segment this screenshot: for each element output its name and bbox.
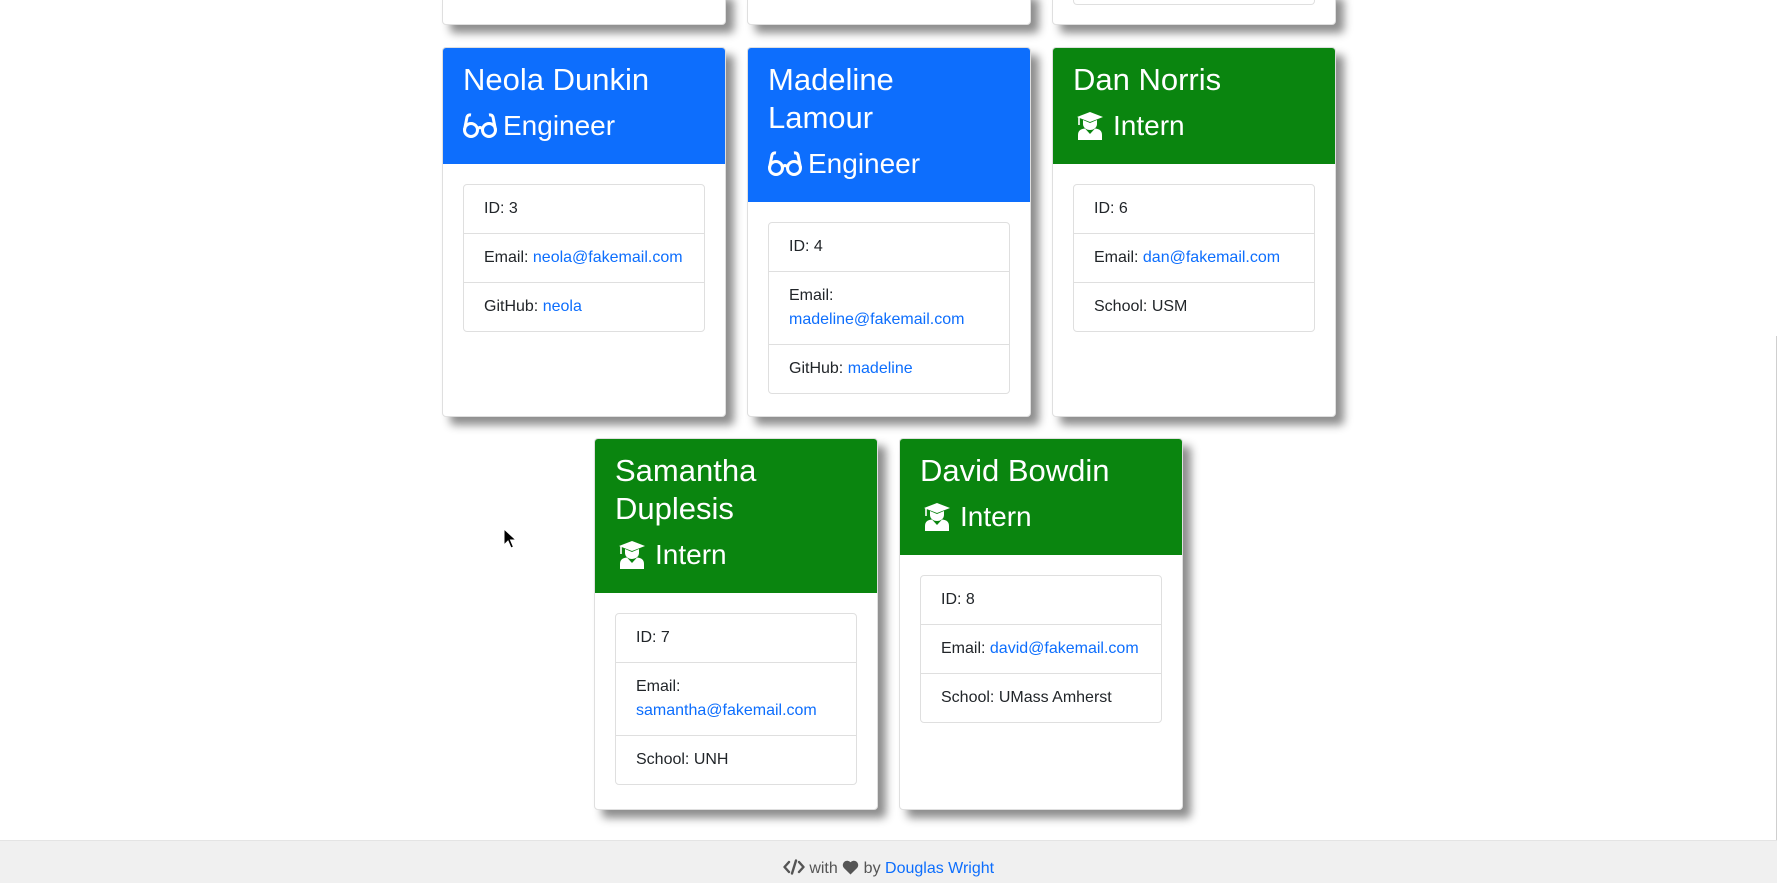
partial-card-top-right xyxy=(1052,0,1336,25)
school-item: School: UNH xyxy=(616,736,856,784)
card-header: Madeline Lamour Engineer xyxy=(748,48,1030,202)
employee-role: Intern xyxy=(1073,108,1315,144)
heart-icon xyxy=(842,860,859,880)
school-value: UNH xyxy=(693,751,729,768)
card-body: ID: 3 Email: neola@fakemail.com GitHub: … xyxy=(443,164,725,352)
employee-role-label: Intern xyxy=(1113,110,1185,141)
graduate-icon xyxy=(920,502,954,532)
partial-card-top-left xyxy=(442,0,726,25)
partial-card-top-middle xyxy=(747,0,1031,25)
employee-role: Engineer xyxy=(768,146,1010,182)
employee-card: Neola Dunkin Engineer ID: 3 Email: neola… xyxy=(442,47,726,417)
email-item: Email: dan@fakemail.com xyxy=(1074,234,1314,283)
employee-name: Neola Dunkin xyxy=(463,62,650,97)
email-item: Email: neola@fakemail.com xyxy=(464,234,704,283)
employee-name: Dan Norris xyxy=(1073,62,1222,97)
id-item: ID: 8 xyxy=(921,576,1161,625)
card-body: ID: 8 Email: david@fakemail.com School: … xyxy=(900,555,1182,743)
email-label: Email: xyxy=(1094,249,1143,266)
partial-list-bottom xyxy=(1073,0,1315,5)
employee-role: Engineer xyxy=(463,108,705,144)
employee-name: Samantha Duplesis xyxy=(615,453,757,526)
card-body: ID: 7 Email: samantha@fakemail.com Schoo… xyxy=(595,593,877,805)
footer-by-text: by xyxy=(859,860,886,877)
school-value: UMass Amherst xyxy=(998,689,1112,706)
id-item: ID: 6 xyxy=(1074,185,1314,234)
email-link[interactable]: dan@fakemail.com xyxy=(1143,249,1280,266)
info-list: ID: 7 Email: samantha@fakemail.com Schoo… xyxy=(615,613,857,785)
email-item: Email: samantha@fakemail.com xyxy=(616,663,856,736)
info-list: ID: 3 Email: neola@fakemail.com GitHub: … xyxy=(463,184,705,332)
school-label: School: xyxy=(636,751,694,768)
school-value: USM xyxy=(1151,298,1188,315)
email-item: Email: david@fakemail.com xyxy=(921,625,1161,674)
employee-role-label: Engineer xyxy=(808,148,921,179)
github-label: GitHub: xyxy=(484,298,543,315)
glasses-icon xyxy=(463,111,497,141)
glasses-icon xyxy=(768,149,802,179)
email-link[interactable]: samantha@fakemail.com xyxy=(636,702,817,719)
school-item: School: UMass Amherst xyxy=(921,674,1161,722)
id-item: ID: 7 xyxy=(616,614,856,663)
footer-with-text: with xyxy=(804,860,843,877)
card-body: ID: 6 Email: dan@fakemail.com School: US… xyxy=(1053,164,1335,352)
github-label: GitHub: xyxy=(789,360,848,377)
email-label: Email: xyxy=(941,640,990,657)
info-list: ID: 8 Email: david@fakemail.com School: … xyxy=(920,575,1162,723)
card-header: Samantha Duplesis Intern xyxy=(595,439,877,593)
id-item: ID: 4 xyxy=(769,223,1009,272)
graduate-icon xyxy=(1073,111,1107,141)
employee-role-label: Engineer xyxy=(503,110,616,141)
code-icon xyxy=(783,859,805,880)
employee-card: Dan Norris Intern ID: 6 Email: dan@fakem… xyxy=(1052,47,1336,417)
email-label: Email: xyxy=(789,287,834,304)
school-label: School: xyxy=(941,689,999,706)
card-body: ID: 4 Email: madeline@fakemail.com GitHu… xyxy=(748,202,1030,414)
graduate-icon xyxy=(615,540,649,570)
school-label: School: xyxy=(1094,298,1152,315)
github-link[interactable]: neola xyxy=(543,298,582,315)
footer: with by Douglas Wright xyxy=(0,840,1777,883)
author-link[interactable]: Douglas Wright xyxy=(885,860,994,877)
github-link[interactable]: madeline xyxy=(848,360,913,377)
card-header: Neola Dunkin Engineer xyxy=(443,48,725,164)
github-item: GitHub: neola xyxy=(464,283,704,331)
email-link[interactable]: david@fakemail.com xyxy=(990,640,1139,657)
card-header: David Bowdin Intern xyxy=(900,439,1182,555)
email-item: Email: madeline@fakemail.com xyxy=(769,272,1009,345)
email-link[interactable]: neola@fakemail.com xyxy=(533,249,683,266)
github-item: GitHub: madeline xyxy=(769,345,1009,393)
employee-role-label: Intern xyxy=(960,501,1032,532)
email-label: Email: xyxy=(484,249,533,266)
id-item: ID: 3 xyxy=(464,185,704,234)
employee-role: Intern xyxy=(615,537,857,573)
info-list: ID: 6 Email: dan@fakemail.com School: US… xyxy=(1073,184,1315,332)
employee-role-label: Intern xyxy=(655,539,727,570)
employee-name: Madeline Lamour xyxy=(768,62,894,135)
mouse-cursor-icon xyxy=(503,527,518,550)
card-header: Dan Norris Intern xyxy=(1053,48,1335,164)
school-item: School: USM xyxy=(1074,283,1314,331)
employee-card: David Bowdin Intern ID: 8 Email: david@f… xyxy=(899,438,1183,810)
employee-name: David Bowdin xyxy=(920,453,1110,488)
info-list: ID: 4 Email: madeline@fakemail.com GitHu… xyxy=(768,222,1010,394)
email-link[interactable]: madeline@fakemail.com xyxy=(789,311,964,328)
email-label: Email: xyxy=(636,678,681,695)
employee-card: Madeline Lamour Engineer ID: 4 Email: ma… xyxy=(747,47,1031,417)
employee-role: Intern xyxy=(920,499,1162,535)
employee-card: Samantha Duplesis Intern ID: 7 Email: sa… xyxy=(594,438,878,810)
